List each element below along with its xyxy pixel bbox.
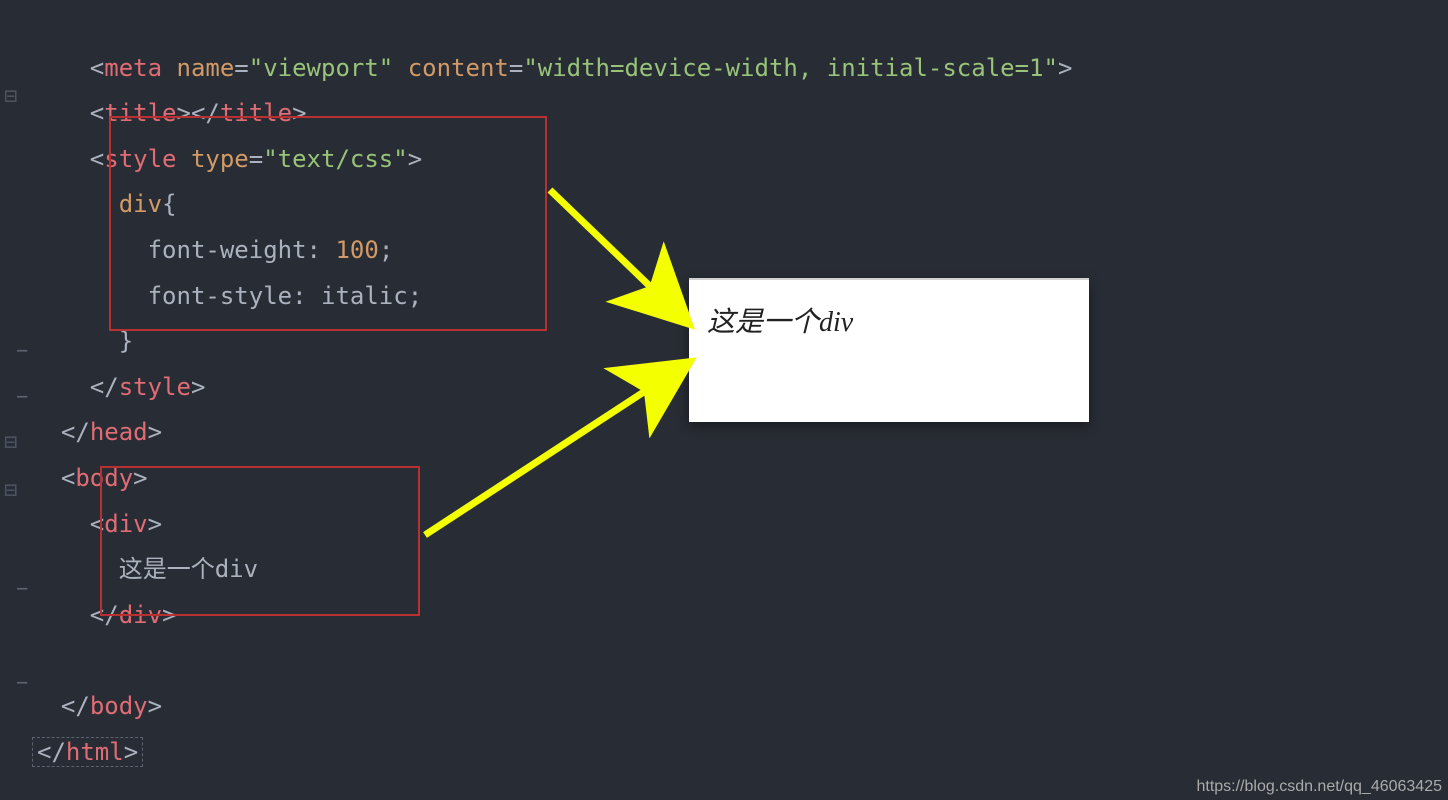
div-close: div [119,601,162,629]
css-val-1: 100 [335,236,378,264]
title-tag-close: title [220,99,292,127]
head-close: head [90,418,148,446]
body-open: body [75,464,133,492]
watermark-text: https://blog.csdn.net/qq_46063425 [1196,778,1442,796]
css-val-2: italic [321,282,408,310]
title-tag-open: title [104,99,176,127]
div-open: div [104,510,147,538]
preview-text: 这是一个div [689,280,1089,340]
css-prop-2: font-style [148,282,293,310]
browser-preview: 这是一个div [689,278,1089,422]
style-attr-value: "text/css" [263,145,408,173]
body-close: body [90,692,148,720]
style-tag: style [104,145,176,173]
html-close: html [66,738,124,766]
css-selector: div [119,190,162,218]
style-attr-name: type [191,145,249,173]
div-text: 这是一个div [119,555,258,583]
css-prop-1: font-weight [148,236,307,264]
